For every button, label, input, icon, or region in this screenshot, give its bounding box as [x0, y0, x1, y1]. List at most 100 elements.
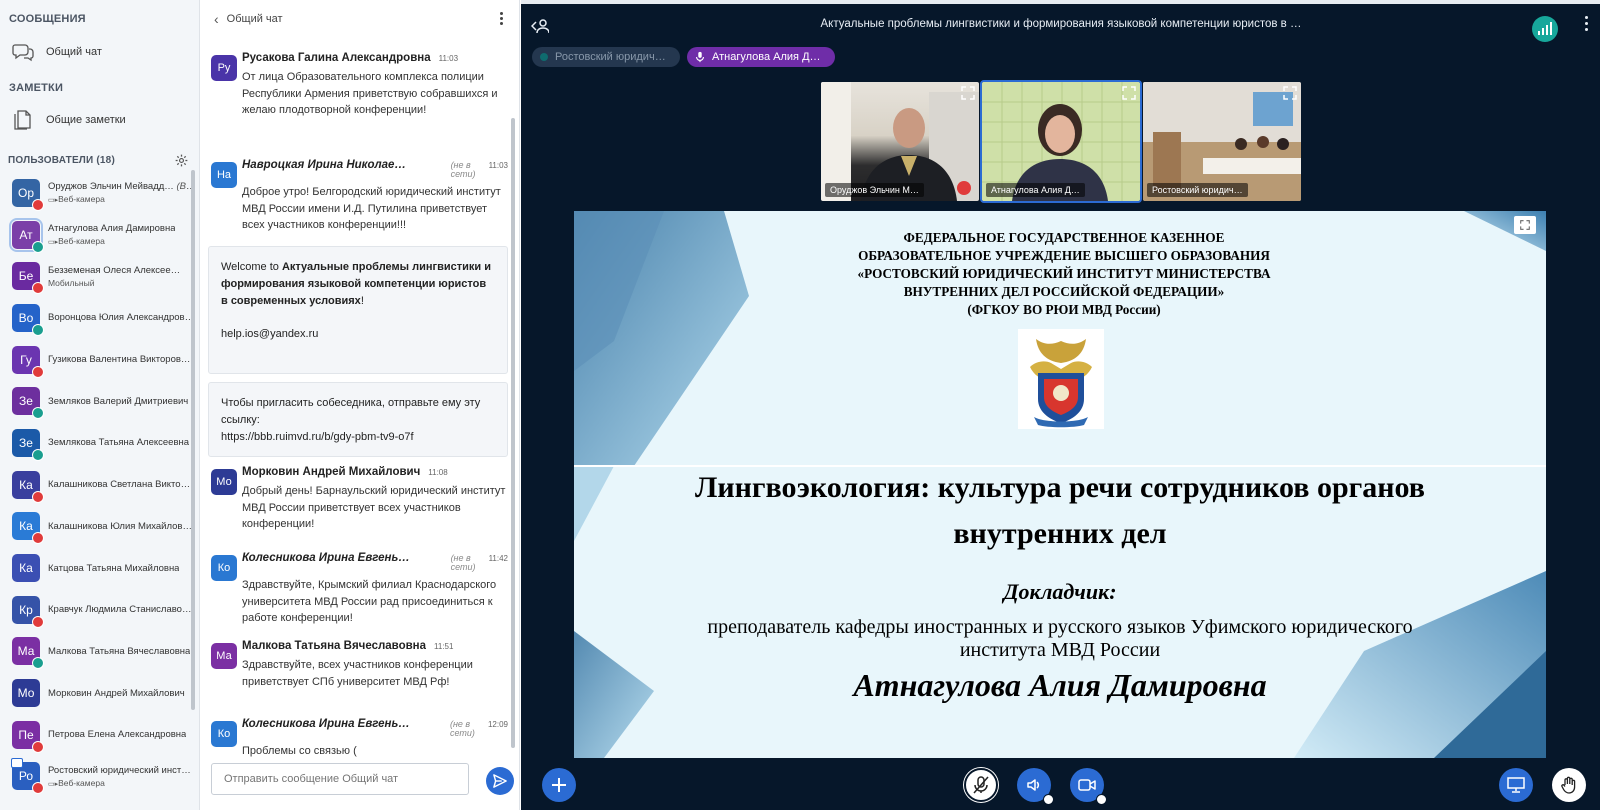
- webcam-tile[interactable]: Оруджов Эльчин М…: [821, 82, 979, 201]
- slide-fullscreen-button[interactable]: [1514, 216, 1536, 234]
- user-list-item[interactable]: Ор Оруджов Эльчин Мейвадд… (Вы) ▭▸Веб-ка…: [0, 172, 196, 214]
- fullscreen-icon[interactable]: [961, 86, 975, 100]
- meeting-title: Актуальные проблемы лингвистики и формир…: [820, 18, 1302, 30]
- user-name: Малкова Татьяна Вячеславовна: [48, 646, 190, 657]
- avatar-initials: Во: [18, 310, 34, 325]
- raise-hand-button[interactable]: [1552, 768, 1586, 802]
- fullscreen-icon[interactable]: [1283, 86, 1297, 100]
- user-list-item[interactable]: Пе Петрова Елена Александровна: [0, 714, 196, 756]
- muted-mic-icon: [32, 282, 44, 295]
- user-list-item[interactable]: Зе Земляков Валерий Дмитриевич: [0, 380, 196, 422]
- talking-indicator: Ростовский юридич…: [532, 47, 680, 67]
- user-name: Петрова Елена Александровна: [48, 729, 186, 740]
- chat-scrollbar[interactable]: [511, 118, 515, 748]
- user-list-item[interactable]: Ка Калашникова Юлия Михайлов…: [0, 506, 196, 548]
- chat-message: Ма Малкова Татьяна Вячеславовна 11:51 Зд…: [208, 640, 508, 690]
- webcam-tile[interactable]: Ростовский юридич…: [1143, 82, 1301, 201]
- user-list-item[interactable]: Ка Катцова Татьяна Михайловна: [0, 547, 196, 589]
- send-icon: [493, 774, 507, 788]
- user-list-item[interactable]: Мо Морковин Андрей Михайлович: [0, 672, 196, 714]
- message-author: Колесникова Ирина Евгень…: [242, 718, 410, 730]
- user-name-text: Катцова Татьяна Михайловна: [48, 562, 180, 574]
- muted-mic-icon: [32, 532, 44, 545]
- offline-label: (не в сети): [450, 160, 476, 179]
- slide-org-line: ВНУТРЕННИХ ДЕЛ РОССИЙСКОЙ ФЕДЕРАЦИИ»: [903, 284, 1225, 299]
- message-body: Колесникова Ирина Евгень… (не в сети) 11…: [242, 552, 508, 627]
- chat-header[interactable]: ‹ Общий чат: [200, 0, 519, 38]
- avatar-initials: Бе: [18, 269, 34, 284]
- avatar: Ор: [12, 178, 44, 211]
- user-name: Морковин Андрей Михайлович: [48, 688, 185, 699]
- chat-message: Ко Колесникова Ирина Евгень… (не в сети)…: [208, 718, 508, 760]
- connection-status-button[interactable]: [1532, 16, 1558, 42]
- user-list-panel: СООБЩЕНИЯ Общий чат ЗАМЕТКИ Общие заметк…: [0, 0, 200, 810]
- user-name-text: Воронцова Юлия Александров…: [48, 312, 195, 324]
- user-device-label: Веб-камера: [58, 194, 105, 205]
- avatar: Ка: [12, 554, 40, 583]
- message-header: Колесникова Ирина Евгень… (не в сети) 12…: [242, 718, 508, 738]
- webcam-label[interactable]: Ростовский юридич…: [1147, 183, 1248, 197]
- user-list-scrollbar[interactable]: [191, 170, 195, 710]
- user-list-item[interactable]: Ро Ростовский юридический инст… ▭▸Веб-ка…: [0, 756, 196, 798]
- avatar-initials: Ма: [216, 650, 232, 662]
- user-list-item[interactable]: Гу Гузикова Валентина Викторов…: [0, 339, 196, 381]
- user-list-item[interactable]: Ма Малкова Татьяна Вячеславовна: [0, 631, 196, 673]
- audio-button[interactable]: [1017, 768, 1054, 805]
- muted-mic-icon: [32, 365, 44, 378]
- webcam-button[interactable]: [1070, 768, 1107, 805]
- institute-emblem-icon: [1018, 329, 1104, 429]
- user-device-label: Веб-камера: [58, 236, 105, 247]
- user-list-item[interactable]: Кр Кравчук Людмила Станиславо…: [0, 589, 196, 631]
- user-list-item[interactable]: Во Воронцова Юлия Александров…: [0, 297, 196, 339]
- user-list-item[interactable]: Бе Безземеная Олеся Алексее… Мобильный: [0, 255, 196, 297]
- message-header: Навроцкая Ирина Николае… (не в сети) 11:…: [242, 159, 508, 179]
- invite-link[interactable]: https://bbb.ruimvd.ru/b/gdy-pbm-tv9-o7f: [221, 429, 495, 446]
- public-chat-item[interactable]: Общий чат: [0, 36, 196, 68]
- more-options-icon[interactable]: [1585, 16, 1588, 31]
- chat-message-input[interactable]: [211, 763, 469, 795]
- fullscreen-icon[interactable]: [1122, 86, 1136, 100]
- webcam-label[interactable]: Оруджов Эльчин М…: [825, 183, 924, 197]
- audio-options-icon[interactable]: [1043, 794, 1054, 805]
- avatar: Ко: [211, 721, 237, 747]
- actions-button[interactable]: [542, 768, 576, 802]
- chevron-left-icon[interactable]: ‹: [214, 11, 219, 27]
- unmute-button[interactable]: [964, 768, 998, 802]
- document-icon: [14, 110, 31, 130]
- user-info: Безземеная Олеся Алексее… Мобильный: [48, 265, 180, 288]
- presentation-slide: ФЕДЕРАЛЬНОЕ ГОСУДАРСТВЕННОЕ КАЗЕННОЕ ОБР…: [574, 211, 1546, 758]
- gear-icon[interactable]: [175, 154, 188, 167]
- user-info: Кравчук Людмила Станиславо…: [48, 604, 191, 615]
- avatar: Мо: [211, 469, 237, 495]
- avatar-initials: Ко: [217, 562, 231, 574]
- webcam-tile-active[interactable]: Атнагулова Алия Д…: [980, 80, 1142, 203]
- user-info: Землякова Татьяна Алексеевна: [48, 437, 189, 448]
- presentation-button[interactable]: [1499, 768, 1533, 802]
- user-list-item[interactable]: Ка Калашникова Светлана Викто…: [0, 464, 196, 506]
- chat-options-icon[interactable]: [500, 12, 503, 25]
- public-chat-label: Общий чат: [46, 46, 102, 58]
- send-button[interactable]: [486, 767, 514, 795]
- webcam-options-icon[interactable]: [1096, 794, 1107, 805]
- avatar-initials: Ка: [19, 561, 33, 576]
- user-info: Оруджов Эльчин Мейвадд… (Вы) ▭▸Веб-камер…: [48, 181, 196, 204]
- talking-indicator-label: Ростовский юридич…: [555, 51, 666, 63]
- shared-notes-item[interactable]: Общие заметки: [0, 104, 196, 136]
- avatar-initials: Ка: [19, 519, 33, 534]
- user-list-item[interactable]: Зе Землякова Татьяна Алексеевна: [0, 422, 196, 464]
- user-name: Земляков Валерий Дмитриевич: [48, 396, 188, 407]
- user-list-item[interactable]: Ат Атнагулова Алия Дамировна ▭▸Веб-камер…: [0, 214, 196, 256]
- message-time: 11:03: [488, 161, 508, 170]
- speaker-icon: [1027, 779, 1040, 791]
- webcam-label[interactable]: Атнагулова Алия Д…: [986, 183, 1085, 197]
- message-body: Морковин Андрей Михайлович 11:08 Добрый …: [242, 466, 508, 533]
- welcome-prefix: Welcome to: [221, 261, 282, 273]
- hand-icon: [1561, 776, 1576, 794]
- talking-dot-icon: [540, 53, 548, 61]
- users-section-title: ПОЛЬЗОВАТЕЛИ (18): [8, 154, 115, 166]
- message-time: 11:03: [438, 54, 459, 63]
- message-author: Малкова Татьяна Вячеславовна: [242, 640, 427, 652]
- toggle-user-list-button[interactable]: [530, 18, 550, 37]
- user-name-text: Калашникова Юлия Михайлов…: [48, 520, 192, 532]
- message-header: Русакова Галина Александровна 11:03: [242, 52, 508, 64]
